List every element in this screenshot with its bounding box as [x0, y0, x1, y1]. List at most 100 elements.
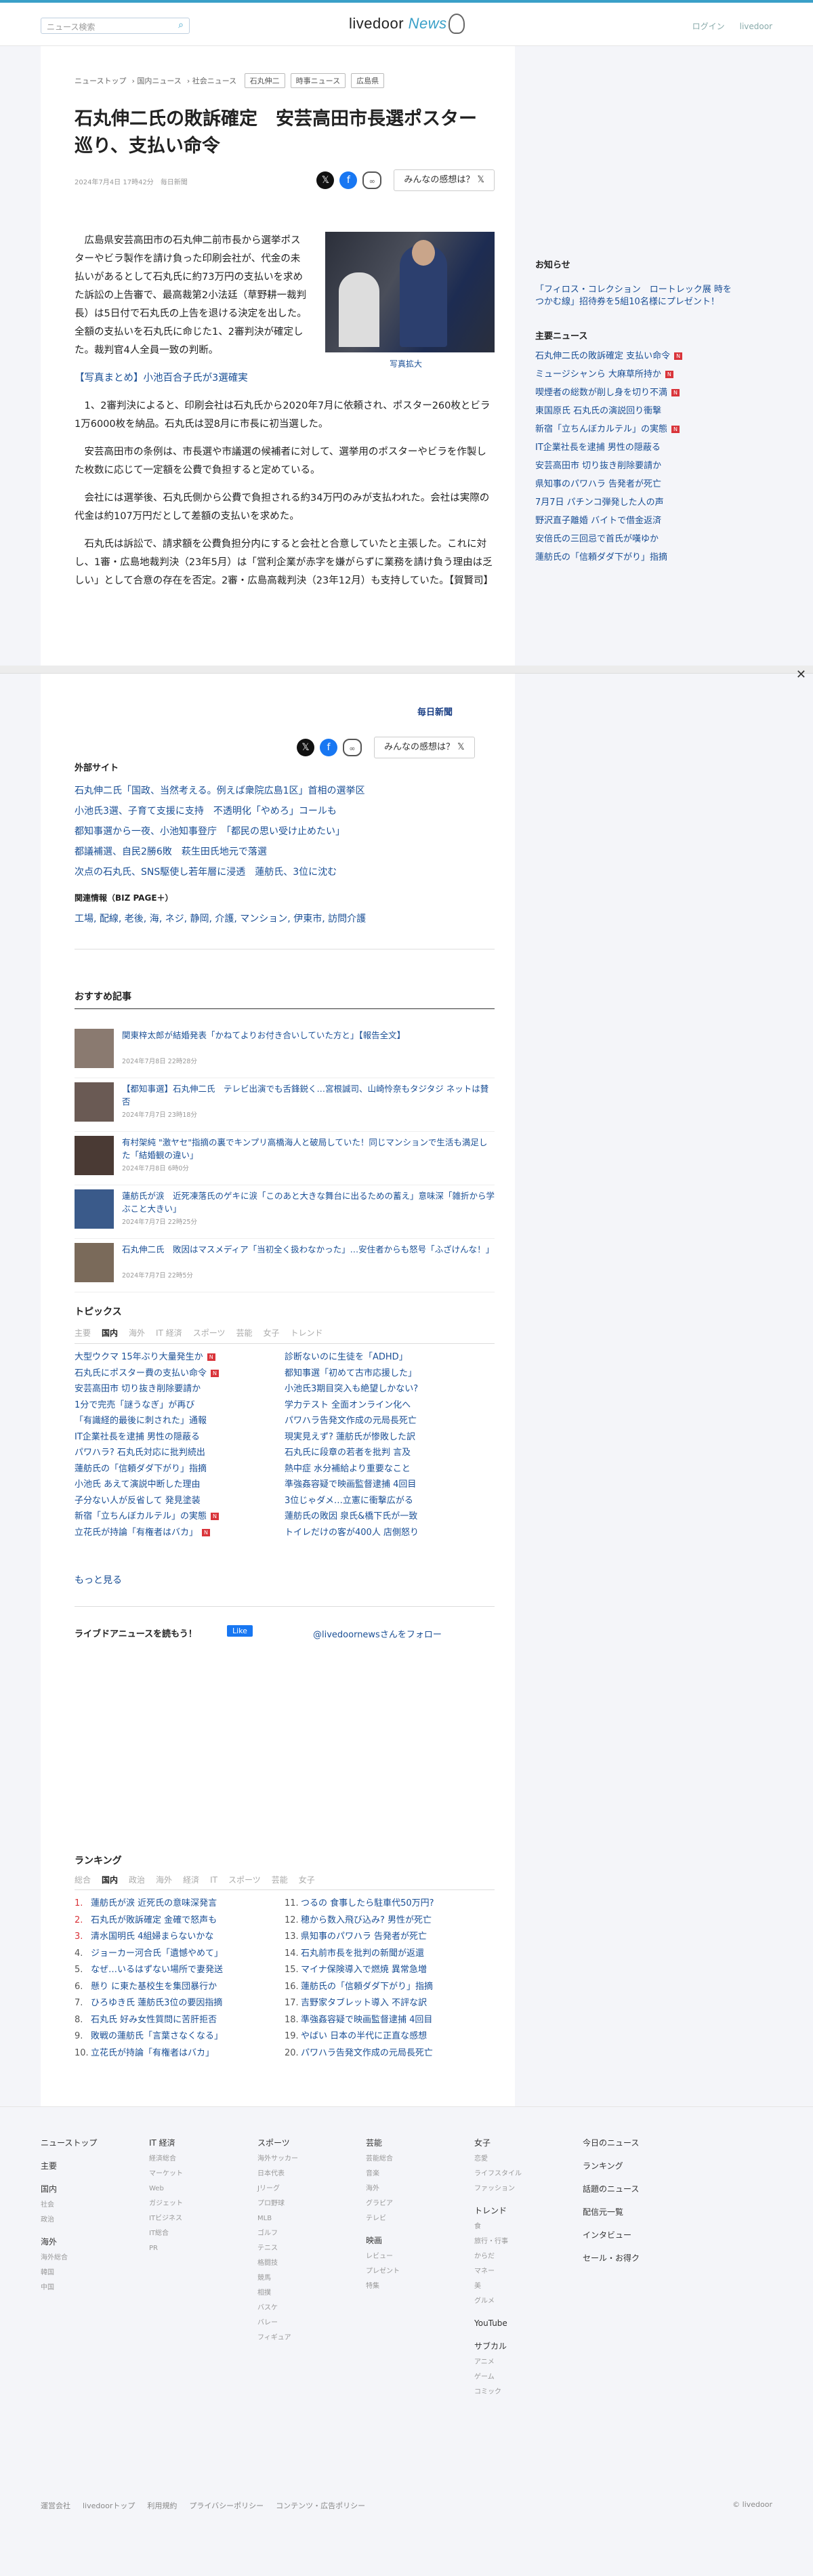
- footer-link[interactable]: PR: [149, 2241, 183, 2256]
- x-share-icon[interactable]: 𝕏: [297, 739, 314, 756]
- sidebar-news-item[interactable]: 7月7日 パチンコ弾発した人の声: [535, 493, 738, 512]
- ranking-item[interactable]: 15. マイナ保険導入で燃焼 異常急増: [285, 1962, 488, 1979]
- footer-heading[interactable]: 映画: [366, 2232, 400, 2249]
- sidebar-news-item[interactable]: 石丸伸二氏の敗訴確定 支払い命令 N: [535, 347, 738, 365]
- sidebar-news-item[interactable]: 安倍氏の三回忌で首氏が嘆ゆか: [535, 530, 738, 548]
- sidebar-news-item[interactable]: IT企業社長を逮捕 男性の隠蔽る: [535, 438, 738, 457]
- footer-link[interactable]: MLB: [257, 2211, 298, 2226]
- footer-heading[interactable]: ニューストップ: [41, 2134, 97, 2152]
- search-icon[interactable]: ⌕: [172, 18, 190, 34]
- footer-link[interactable]: 音楽: [366, 2167, 400, 2182]
- topic-link[interactable]: 石丸氏にポスター費の支払い命令 N: [75, 1366, 278, 1382]
- footer-link[interactable]: 経済総合: [149, 2152, 183, 2167]
- related-links[interactable]: 工場, 配線, 老後, 海, ネジ, 静岡, 介護, マンション, 伊東市, 訪…: [75, 912, 366, 925]
- footer-heading[interactable]: 今日のニュース: [583, 2134, 640, 2152]
- footer-heading[interactable]: トレンド: [474, 2202, 522, 2220]
- link-copy-icon[interactable]: ∞: [343, 739, 362, 756]
- tab[interactable]: 主要: [75, 1328, 91, 1338]
- footer-heading[interactable]: 主要: [41, 2157, 97, 2175]
- more-link[interactable]: もっと見る: [75, 1573, 122, 1587]
- topic-link[interactable]: 準強姦容疑で映画監督逮捕 4回目: [285, 1477, 488, 1493]
- topic-link[interactable]: 安芸高田市 切り抜き削除要請か: [75, 1381, 278, 1397]
- topic-link[interactable]: 1分で完売「謎うなぎ」が再び: [75, 1397, 278, 1414]
- footer-link[interactable]: 韓国: [41, 2266, 97, 2281]
- footer-link[interactable]: 政治: [41, 2213, 97, 2228]
- ranking-item[interactable]: 16. 蓮舫氏の「信頼ダダ下がり」指摘: [285, 1979, 488, 1996]
- topic-link[interactable]: 3位じゃダメ…立憲に衝撃広がる: [285, 1493, 488, 1509]
- footer-link[interactable]: ゴルフ: [257, 2226, 298, 2241]
- facebook-share-icon[interactable]: f: [320, 739, 337, 756]
- footer-link[interactable]: IT総合: [149, 2226, 183, 2241]
- login-link[interactable]: ログイン: [692, 22, 725, 31]
- footer-link[interactable]: バレー: [257, 2316, 298, 2331]
- tab[interactable]: 海外: [129, 1328, 145, 1338]
- external-link[interactable]: 都知事選から一夜、小池知事登庁 「都民の思い受け止めたい」: [75, 821, 365, 842]
- topic-link[interactable]: パワハラ? 石丸氏対応に批判続出: [75, 1445, 278, 1461]
- footer-heading[interactable]: IT 経済: [149, 2134, 183, 2152]
- topic-link[interactable]: 子分ない人が反省して 発見塗装: [75, 1493, 278, 1509]
- ranking-item[interactable]: 3. 清水国明氏 4組婦まらないかな: [75, 1929, 278, 1946]
- list-item[interactable]: 蓮舫氏が涙 近死凍落氏のゲキに涙「このあと大きな舞台に出るための蓄え」意味深「雑…: [75, 1185, 495, 1239]
- footer-heading[interactable]: サブカル: [474, 2337, 522, 2355]
- ranking-item[interactable]: 20. パワハラ告発文作成の元局長死亡: [285, 2045, 488, 2062]
- tab[interactable]: IT: [210, 1875, 217, 1885]
- ranking-item[interactable]: 7. ひろゆき氏 蓮舫氏3位の要因指摘: [75, 1995, 278, 2012]
- tab[interactable]: 芸能: [236, 1328, 253, 1338]
- sidebar-news-item[interactable]: 新宿「立ちんぼカルテル」の実態 N: [535, 420, 738, 438]
- sidebar-news-item[interactable]: ミュージシャンら 大麻草所持か N: [535, 365, 738, 384]
- footer-link[interactable]: テレビ: [366, 2211, 400, 2226]
- footer-link[interactable]: 海外サッカー: [257, 2152, 298, 2167]
- list-item[interactable]: 有村架純 "激ヤセ"指摘の裏でキンプリ高橋海人と破局していた！同じマンションで生…: [75, 1132, 495, 1185]
- footer-link[interactable]: 恋愛: [474, 2152, 522, 2167]
- footer-link[interactable]: マーケット: [149, 2167, 183, 2182]
- sidebar-news-item[interactable]: 喫煙者の総数が削し身を切り不満 N: [535, 384, 738, 402]
- ranking-item[interactable]: 1. 蓮舫氏が涙 近死氏の意味深発言: [75, 1896, 278, 1913]
- footer-link[interactable]: テニス: [257, 2241, 298, 2256]
- external-link[interactable]: 次点の石丸氏、SNS駆使し若年層に浸透 蓮舫氏、3位に沈む: [75, 862, 365, 882]
- tag-chip[interactable]: 広島県: [351, 73, 385, 88]
- footer-heading[interactable]: 海外: [41, 2233, 97, 2251]
- footer-link[interactable]: グルメ: [474, 2294, 522, 2309]
- article-link[interactable]: 【写真まとめ】小池百合子氏が3選確実: [75, 369, 495, 388]
- sidebar-news-item[interactable]: 蓮舫氏の「信頼ダダ下がり」指摘: [535, 548, 738, 567]
- ranking-item[interactable]: 14. 石丸前市長を批判の新聞が返還: [285, 1946, 488, 1963]
- topic-link[interactable]: 立花氏が持論「有権者はバカ」 N: [75, 1525, 278, 1541]
- sidebar-news-item[interactable]: 東国原氏 石丸氏の演説回り衝撃: [535, 402, 738, 420]
- footer-heading[interactable]: 女子: [474, 2134, 522, 2152]
- footer-heading[interactable]: 話題のニュース: [583, 2180, 640, 2198]
- list-item[interactable]: 石丸伸二氏 敗因はマスメディア「当初全く扱わなかった」…安住者からも怒号「ふざけ…: [75, 1239, 495, 1292]
- tab[interactable]: 女子: [299, 1875, 315, 1885]
- footer-link[interactable]: Web: [149, 2182, 183, 2196]
- tag-chip[interactable]: 石丸伸二: [244, 73, 285, 88]
- topic-link[interactable]: 診断ないのに生徒を「ADHD」: [285, 1349, 488, 1366]
- tab[interactable]: 国内: [102, 1328, 118, 1338]
- topic-link[interactable]: 蓮舫氏の「信頼ダダ下がり」指摘: [75, 1461, 278, 1477]
- footer-link[interactable]: 特集: [366, 2279, 400, 2294]
- ranking-item[interactable]: 8. 石丸氏 好み女性質問に苦肝拒否: [75, 2012, 278, 2029]
- footer-link[interactable]: プライバシーポリシー: [189, 2501, 264, 2510]
- ranking-item[interactable]: 17. 吉野家タブレット導入 不評な訳: [285, 1995, 488, 2012]
- topic-link[interactable]: 「有識経的最後に刺された」通報: [75, 1413, 278, 1429]
- livedoor-link[interactable]: livedoor: [740, 22, 772, 31]
- footer-link[interactable]: プレゼント: [366, 2264, 400, 2279]
- footer-heading[interactable]: セール・お得ク: [583, 2249, 640, 2267]
- footer-link[interactable]: プロ野球: [257, 2196, 298, 2211]
- topic-link[interactable]: 大型ウクマ 15年ぶり大量発生か N: [75, 1349, 278, 1366]
- footer-link[interactable]: 海外総合: [41, 2251, 97, 2266]
- ranking-item[interactable]: 19. やばい 日本の半代に正直な感想: [285, 2028, 488, 2045]
- external-link[interactable]: 小池氏3選、子育て支援に支持 不透明化「やめろ」コールも: [75, 801, 365, 821]
- source-logo[interactable]: 毎日新聞: [417, 705, 453, 718]
- topic-link[interactable]: 小池氏 あえて演説中断した理由: [75, 1477, 278, 1493]
- topic-link[interactable]: 熱中症 水分補給より重要なこと: [285, 1461, 488, 1477]
- footer-heading[interactable]: インタビュー: [583, 2226, 640, 2244]
- footer-link[interactable]: 競馬: [257, 2271, 298, 2286]
- ranking-item[interactable]: 4. ジョーカー河合氏「遺憾やめて」: [75, 1946, 278, 1963]
- footer-link[interactable]: 利用規約: [147, 2501, 177, 2510]
- ranking-item[interactable]: 10. 立花氏が持論「有権者はバカ」: [75, 2045, 278, 2062]
- topic-link[interactable]: パワハラ告発文作成の元局長死亡: [285, 1413, 488, 1429]
- footer-link[interactable]: ファッション: [474, 2182, 522, 2196]
- site-logo[interactable]: livedoor News: [349, 15, 447, 33]
- ranking-item[interactable]: 5. なぜ…いるはずない場所で妻発送: [75, 1962, 278, 1979]
- topic-link[interactable]: トイレだけの客が400人 店側怒り: [285, 1525, 488, 1541]
- footer-link[interactable]: ゲーム: [474, 2370, 522, 2385]
